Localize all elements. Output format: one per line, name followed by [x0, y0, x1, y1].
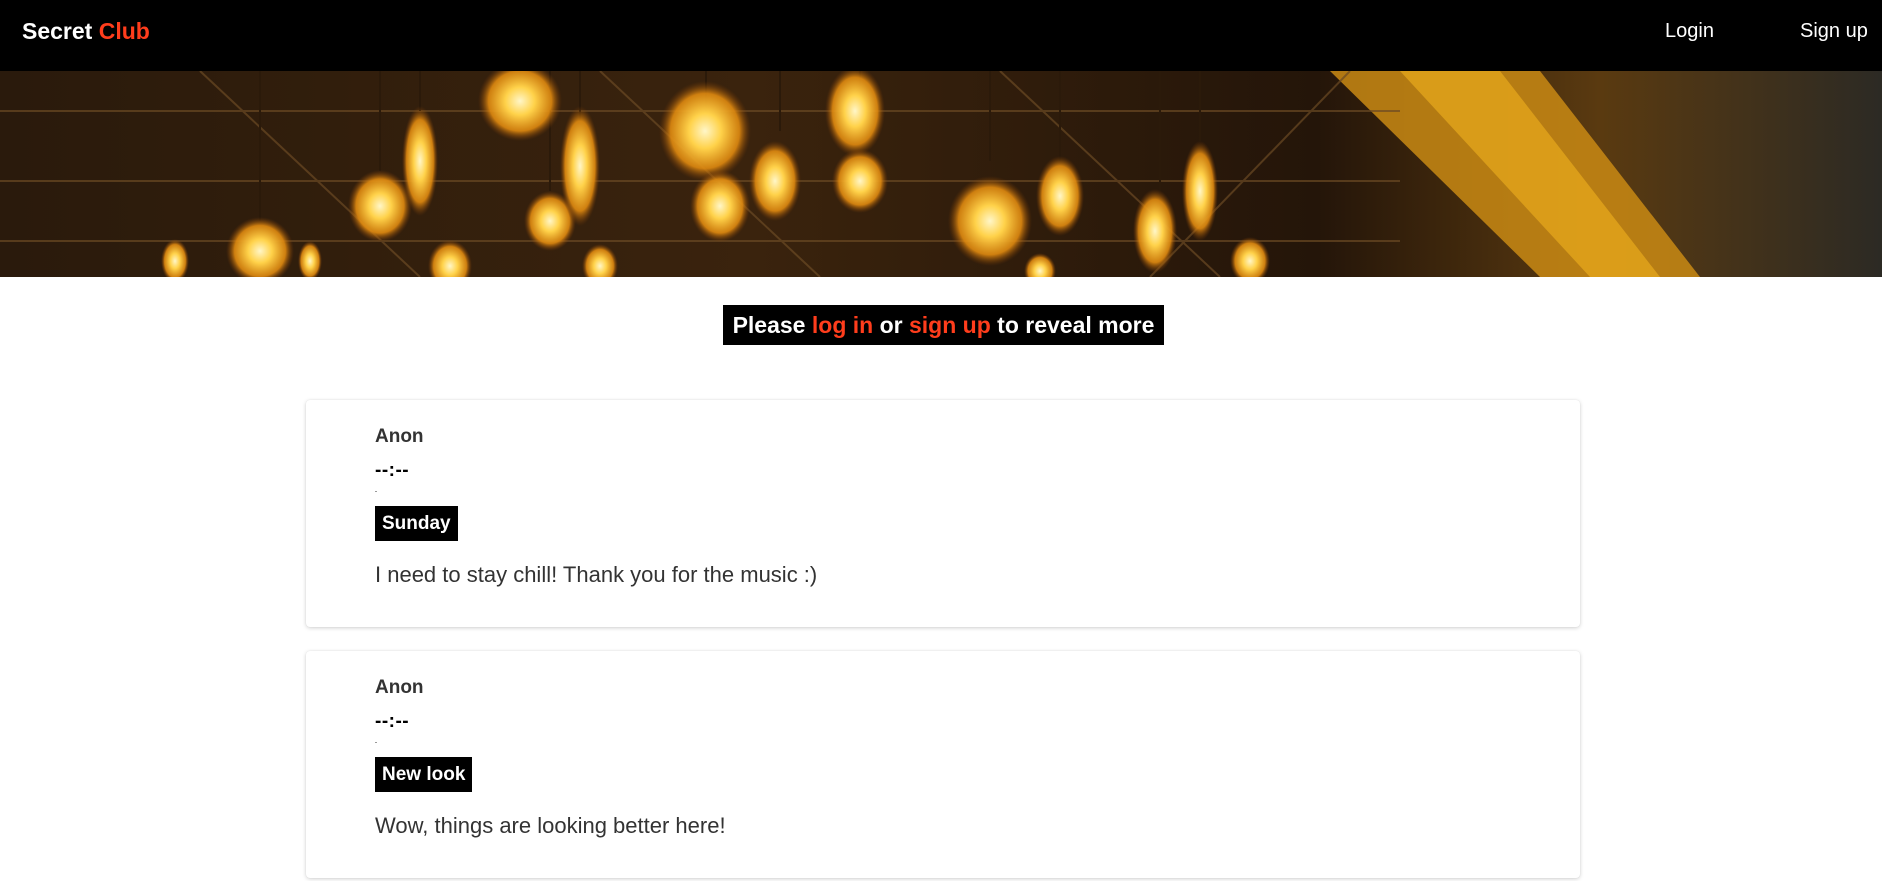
- hero-banner: [0, 71, 1882, 277]
- notice-signup-link[interactable]: sign up: [909, 312, 991, 338]
- post-body: I need to stay chill! Thank you for the …: [375, 562, 818, 587]
- brand-logo[interactable]: Secret Club: [22, 17, 150, 45]
- post-date-placeholder: [375, 742, 377, 743]
- login-link[interactable]: Login: [1665, 19, 1714, 43]
- post-body: Wow, things are looking better here!: [375, 813, 726, 838]
- post-title: New look: [375, 757, 473, 792]
- notice-suffix: to reveal more: [997, 312, 1155, 338]
- notice-middle: or: [879, 312, 903, 338]
- brand-accent: Club: [98, 18, 150, 44]
- notice-prefix: Please: [732, 312, 806, 338]
- brand-first: Secret: [22, 18, 93, 44]
- login-prompt-banner: Please log in or sign up to reveal more: [723, 305, 1164, 345]
- signup-link[interactable]: Sign up: [1800, 19, 1868, 43]
- hanging-bulbs-image: [0, 71, 1882, 277]
- post-title: Sunday: [375, 506, 458, 541]
- post-time: --:--: [375, 460, 410, 481]
- notice-login-link[interactable]: log in: [812, 312, 873, 338]
- post-card: Anon --:-- Sunday I need to stay chill! …: [306, 400, 1580, 627]
- post-author: Anon: [375, 677, 424, 698]
- navbar: Secret Club Login Sign up: [0, 0, 1882, 71]
- post-time: --:--: [375, 711, 410, 732]
- post-date-placeholder: [375, 491, 377, 492]
- post-author: Anon: [375, 426, 424, 447]
- post-card: Anon --:-- New look Wow, things are look…: [306, 651, 1580, 878]
